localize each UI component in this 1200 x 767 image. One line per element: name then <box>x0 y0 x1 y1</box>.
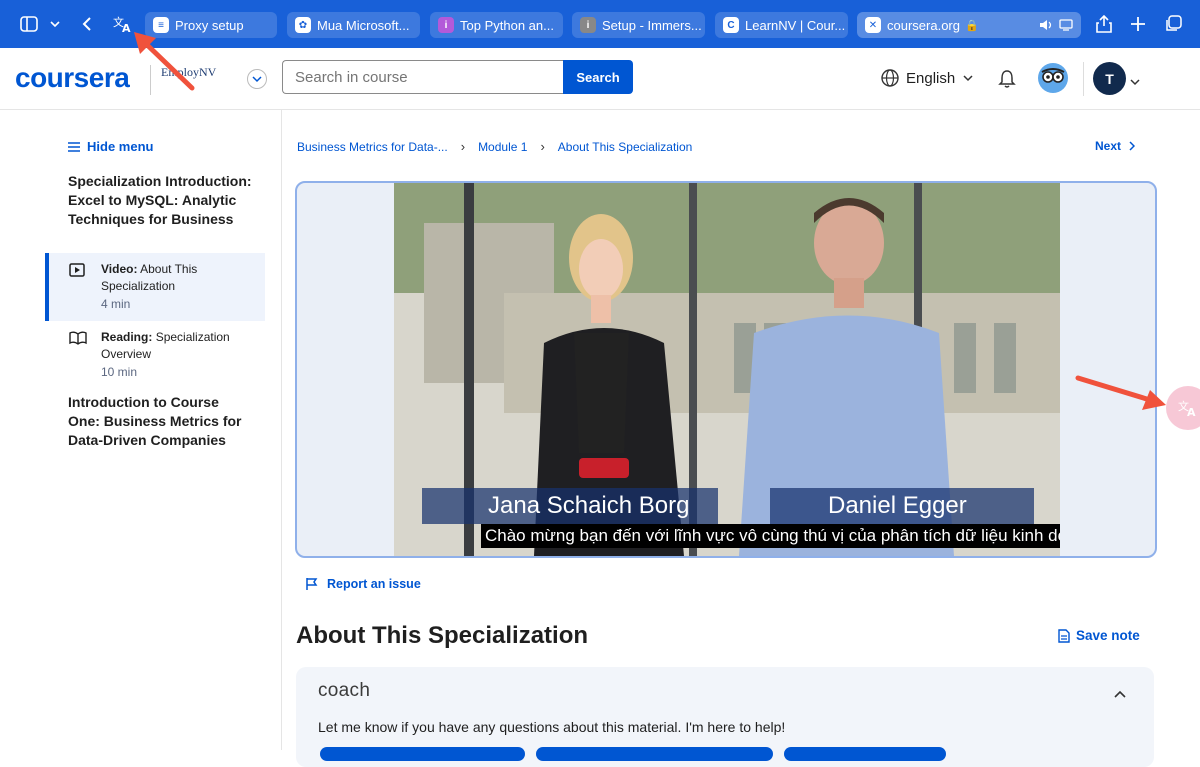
browser-tab[interactable]: i Setup - Immers... <box>572 12 705 38</box>
section-title[interactable]: Specialization Introduction: Excel to My… <box>68 172 253 229</box>
search-button[interactable]: Search <box>563 60 633 94</box>
coach-suggestion-button[interactable] <box>784 747 946 761</box>
browser-tab[interactable]: i Top Python an... <box>430 12 563 38</box>
flag-icon <box>306 578 318 590</box>
annotation-arrow-top <box>134 32 195 91</box>
language-selector[interactable]: English <box>880 68 973 88</box>
page-title: About This Specialization <box>296 622 589 649</box>
header-divider <box>1083 62 1084 96</box>
notifications-button[interactable] <box>998 69 1016 94</box>
coach-mascot-icon[interactable] <box>1038 63 1068 93</box>
back-arrow-icon[interactable] <box>74 11 100 37</box>
chevron-right-icon: › <box>540 139 545 154</box>
lock-icon: 🔒 <box>964 19 979 32</box>
breadcrumb: Business Metrics for Data-... › Module 1… <box>297 139 692 154</box>
coach-panel: coach Let me know if you have any questi… <box>296 667 1154 767</box>
coach-suggestion-button[interactable] <box>320 747 525 761</box>
globe-icon <box>881 69 899 87</box>
video-caption: Chào mừng bạn đến với lĩnh vực vô cùng t… <box>481 524 1060 548</box>
svg-text:A: A <box>1187 406 1196 417</box>
report-issue-link[interactable]: Report an issue <box>305 577 421 591</box>
hide-menu-button[interactable]: Hide menu <box>68 139 153 154</box>
info-icon: i <box>580 17 596 33</box>
coach-message: Let me know if you have any questions ab… <box>318 719 786 735</box>
course-sidebar: Hide menu Specialization Introduction: E… <box>0 110 282 750</box>
c-icon: C <box>723 17 739 33</box>
translate-icon: 文A <box>1178 399 1196 417</box>
video-frame[interactable]: Jana Schaich Borg Daniel Egger Chào mừng… <box>394 183 1060 556</box>
video-player[interactable]: Jana Schaich Borg Daniel Egger Chào mừng… <box>295 181 1157 558</box>
new-tab-icon[interactable] <box>1125 11 1151 37</box>
chevron-right-icon <box>1129 141 1136 151</box>
note-icon <box>1058 628 1070 643</box>
chevron-down-icon[interactable] <box>42 11 68 37</box>
hamburger-icon <box>68 141 80 152</box>
reader-icon[interactable] <box>1059 19 1073 31</box>
bell-icon <box>998 70 1016 88</box>
annotation-arrow-right <box>1075 375 1166 410</box>
chevron-down-icon <box>963 74 973 81</box>
breadcrumb-current[interactable]: About This Specialization <box>558 140 693 154</box>
partner-dropdown-button[interactable] <box>247 69 267 89</box>
collapse-coach-button[interactable] <box>1114 685 1126 703</box>
share-icon[interactable] <box>1091 11 1117 37</box>
browser-tab-active[interactable]: ✕ coursera.org 🔒 <box>857 12 1081 38</box>
breadcrumb-module[interactable]: Module 1 <box>478 140 527 154</box>
sidebar-item-reading[interactable]: Reading: Specialization Overview 10 min <box>45 321 265 389</box>
avatar[interactable]: T <box>1093 62 1126 95</box>
openai-icon: ✿ <box>295 17 311 33</box>
account-menu-button[interactable] <box>1130 73 1140 91</box>
browser-tab[interactable]: C LearnNV | Cour... <box>715 12 848 38</box>
save-note-button[interactable]: Save note <box>1058 628 1140 643</box>
coach-suggestion-button[interactable] <box>536 747 773 761</box>
book-icon <box>69 331 87 350</box>
lower-third-speaker-1: Jana Schaich Borg <box>422 488 718 524</box>
sidebar-toggle-icon[interactable] <box>16 11 42 37</box>
browser-tab[interactable]: ✿ Mua Microsoft... <box>287 12 420 38</box>
chevron-down-icon <box>1130 79 1140 86</box>
coach-title: coach <box>318 680 371 701</box>
search-input[interactable] <box>282 60 564 94</box>
close-tab-icon[interactable]: ✕ <box>865 17 881 33</box>
chevron-right-icon: › <box>460 139 466 154</box>
play-video-icon <box>69 263 85 282</box>
sidebar-item-video[interactable]: Video: About This Specialization 4 min <box>45 253 265 321</box>
speaker-icon[interactable] <box>1039 19 1053 31</box>
lower-third-speaker-2: Daniel Egger <box>770 488 1034 524</box>
breadcrumb-course[interactable]: Business Metrics for Data-... <box>297 140 448 154</box>
chevron-down-icon <box>252 75 262 82</box>
coursera-logo[interactable]: coursera <box>15 62 130 94</box>
tab-overview-icon[interactable] <box>1160 11 1186 37</box>
info-icon: i <box>438 17 454 33</box>
section-title[interactable]: Introduction to Course One: Business Met… <box>68 393 253 450</box>
next-button[interactable]: Next <box>1095 139 1136 153</box>
chevron-up-icon <box>1114 690 1126 698</box>
translate-float-button[interactable]: 文A <box>1166 386 1200 430</box>
